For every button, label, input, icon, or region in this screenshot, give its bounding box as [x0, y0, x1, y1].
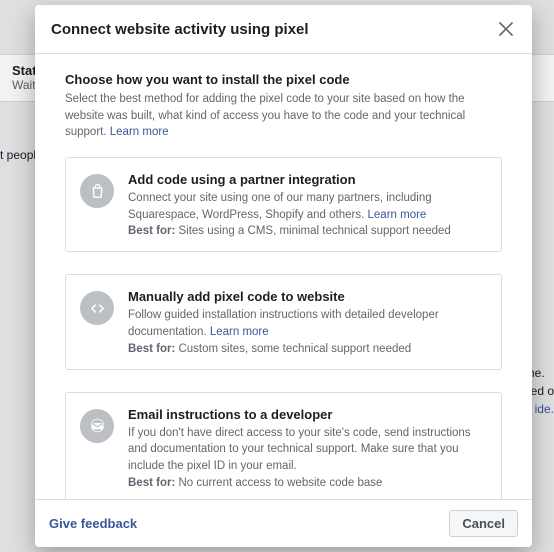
option-best-for: Best for: Custom sites, some technical s…: [128, 343, 487, 355]
option-partner-integration[interactable]: Add code using a partner integration Con…: [65, 157, 502, 252]
learn-more-link[interactable]: Learn more: [210, 326, 269, 338]
option-body: Add code using a partner integration Con…: [128, 172, 487, 237]
option-title: Add code using a partner integration: [128, 172, 487, 187]
option-manual-code[interactable]: Manually add pixel code to website Follo…: [65, 274, 502, 369]
best-for-label: Best for:: [128, 343, 175, 355]
option-title: Email instructions to a developer: [128, 407, 487, 422]
best-for-text: Custom sites, some technical support nee…: [175, 343, 411, 355]
best-for-text: Sites using a CMS, minimal technical sup…: [175, 225, 451, 237]
section-heading: Choose how you want to install the pixel…: [65, 72, 502, 87]
learn-more-link[interactable]: Learn more: [368, 209, 427, 221]
give-feedback-link[interactable]: Give feedback: [49, 516, 449, 531]
best-for-text: No current access to website code base: [175, 477, 382, 489]
close-button[interactable]: [496, 19, 516, 39]
close-icon: [499, 22, 513, 36]
option-desc: Connect your site using one of our many …: [128, 190, 487, 223]
modal-footer: Give feedback Cancel: [35, 499, 532, 547]
best-for-label: Best for:: [128, 477, 175, 489]
modal-title: Connect website activity using pixel: [51, 21, 496, 38]
option-desc: Follow guided installation instructions …: [128, 307, 487, 340]
option-email-developer[interactable]: Email instructions to a developer If you…: [65, 392, 502, 499]
modal-header: Connect website activity using pixel: [35, 5, 532, 54]
section-description: Select the best method for adding the pi…: [65, 91, 502, 141]
modal-body: Choose how you want to install the pixel…: [35, 54, 532, 499]
option-best-for: Best for: No current access to website c…: [128, 477, 487, 489]
pixel-install-modal: Connect website activity using pixel Cho…: [35, 5, 532, 547]
option-best-for: Best for: Sites using a CMS, minimal tec…: [128, 225, 487, 237]
option-desc-text: If you don't have direct access to your …: [128, 427, 471, 472]
cancel-button[interactable]: Cancel: [449, 510, 518, 537]
option-desc-text: Follow guided installation instructions …: [128, 309, 439, 338]
shopping-bag-icon: [80, 174, 114, 208]
option-body: Email instructions to a developer If you…: [128, 407, 487, 489]
option-desc: If you don't have direct access to your …: [128, 425, 487, 475]
mail-icon: [80, 409, 114, 443]
learn-more-link[interactable]: Learn more: [110, 126, 169, 138]
best-for-label: Best for:: [128, 225, 175, 237]
option-list: Add code using a partner integration Con…: [65, 157, 502, 499]
option-title: Manually add pixel code to website: [128, 289, 487, 304]
option-body: Manually add pixel code to website Follo…: [128, 289, 487, 354]
code-icon: [80, 291, 114, 325]
